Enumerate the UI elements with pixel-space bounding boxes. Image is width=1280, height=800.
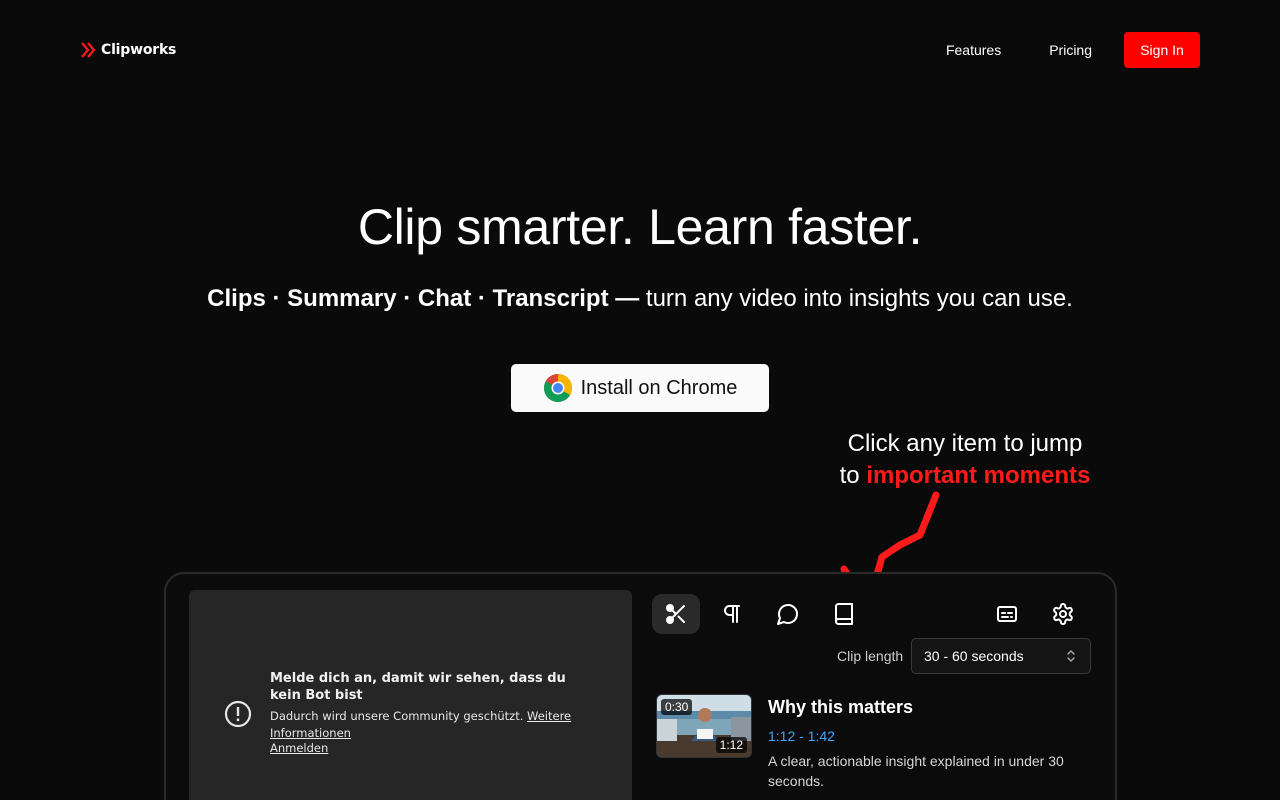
tool-summary[interactable] — [708, 594, 756, 634]
chrome-icon — [543, 374, 572, 402]
callout-line1: Click any item to jump — [847, 430, 1083, 457]
paragraph-icon — [724, 605, 740, 623]
hero-tagline: turn any video into insights you can use… — [639, 285, 1073, 312]
alert-circle-icon — [224, 700, 252, 728]
brand-name: Clipworks — [101, 42, 177, 58]
double-chevron-icon — [81, 42, 96, 58]
hero-features-list: Clips · Summary · Chat · Transcript — — [207, 285, 640, 312]
tool-clips[interactable] — [652, 594, 700, 634]
callout-text: Click any item to jump to important mome… — [800, 428, 1130, 492]
gear-icon — [1053, 603, 1073, 625]
tool-chat[interactable] — [764, 594, 812, 634]
scissors-icon — [666, 604, 685, 624]
top-nav: Features Pricing Sign In — [946, 32, 1200, 68]
video-signin-link[interactable]: Anmelden — [270, 741, 328, 755]
video-notice-description: Dadurch wird unsere Community geschützt.… — [270, 708, 590, 741]
nav-features-link[interactable]: Features — [946, 32, 1001, 68]
chevrons-up-down-icon — [1067, 650, 1075, 662]
video-notice-text: Dadurch wird unsere Community geschützt. — [270, 709, 524, 723]
install-chrome-button[interactable]: Install on Chrome — [511, 364, 769, 412]
chat-bubble-icon — [777, 604, 798, 625]
clip-length-value: 30 - 60 seconds — [924, 648, 1024, 664]
clip-thumbnail[interactable]: 0:30 1:12 — [656, 694, 752, 758]
tool-settings[interactable] — [1039, 594, 1087, 634]
nav-pricing-link[interactable]: Pricing — [1049, 32, 1092, 68]
sign-in-button[interactable]: Sign In — [1124, 32, 1200, 68]
hero-subtitle: Clips · Summary · Chat · Transcript — tu… — [0, 285, 1280, 313]
brand-logo[interactable]: Clipworks — [80, 41, 176, 59]
install-chrome-label: Install on Chrome — [580, 376, 738, 399]
clip-description: A clear, actionable insight explained in… — [768, 753, 1064, 789]
clip-duration-badge: 0:30 — [661, 699, 693, 715]
clip-title[interactable]: Why this matters — [768, 697, 913, 718]
book-icon — [835, 603, 853, 625]
clip-timestamp-badge: 1:12 — [715, 737, 747, 753]
clip-time-range[interactable]: 1:12 - 1:42 — [768, 728, 835, 744]
video-notice-title: Melde dich an, damit wir sehen, dass du … — [270, 671, 566, 703]
clip-length-select[interactable]: 30 - 60 seconds — [911, 638, 1091, 674]
captions-icon — [997, 606, 1017, 622]
tool-captions[interactable] — [983, 594, 1031, 634]
site-header: Clipworks Features Pricing Sign In — [0, 0, 1280, 100]
tool-transcript[interactable] — [820, 594, 868, 634]
hero-title: Clip smarter. Learn faster. — [357, 199, 923, 255]
clip-length-label: Clip length — [837, 648, 904, 664]
